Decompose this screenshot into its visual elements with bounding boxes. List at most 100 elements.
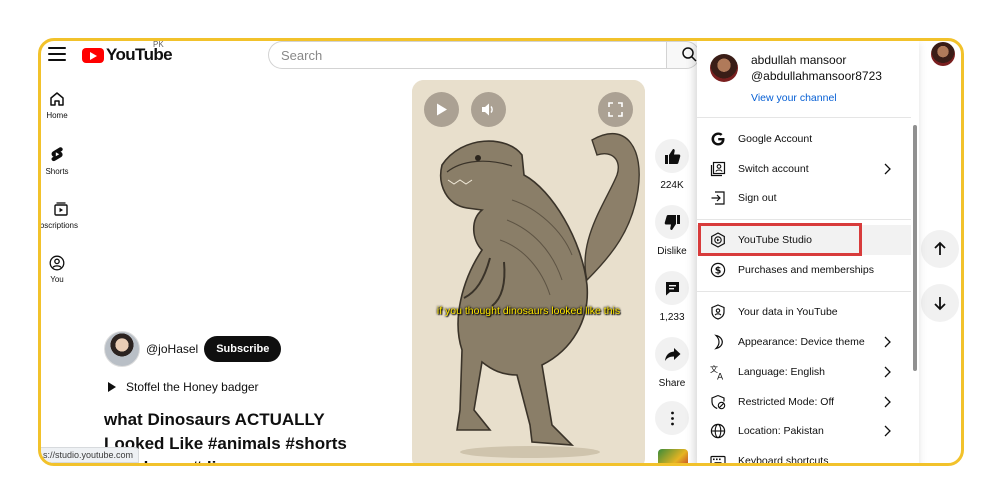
menu-divider [697, 219, 911, 220]
menu-item-purchases[interactable]: $ Purchases and memberships [697, 255, 911, 285]
you-icon [49, 255, 65, 271]
menu-item-location[interactable]: Location: Pakistan [697, 416, 911, 446]
shield-user-icon [709, 303, 727, 321]
translate-icon: 文A [709, 363, 727, 381]
channel-name[interactable]: @joHasel [146, 342, 198, 356]
chevron-right-icon [884, 425, 891, 437]
fullscreen-button[interactable] [598, 92, 633, 127]
comment-icon [665, 281, 679, 295]
status-bar-url: s://studio.youtube.com [41, 447, 140, 463]
home-icon [50, 92, 64, 106]
volume-button[interactable] [471, 92, 506, 127]
channel-avatar[interactable] [104, 331, 140, 367]
play-button[interactable] [424, 92, 459, 127]
thumbs-up-icon [664, 148, 680, 164]
comments-action[interactable]: 1,233 [654, 271, 690, 323]
chevron-right-icon [884, 163, 891, 175]
menu-item-your-data[interactable]: Your data in YouTube [697, 297, 911, 327]
menu-label: Your data in YouTube [738, 306, 838, 318]
video-caption: if you thought dinosaurs looked like thi… [436, 305, 621, 317]
menu-label: Keyboard shortcuts [738, 455, 829, 463]
menu-item-language[interactable]: 文A Language: English [697, 357, 911, 387]
restricted-icon [709, 393, 727, 411]
short-video-player[interactable]: if you thought dinosaurs looked like thi… [412, 80, 645, 463]
menu-label: Switch account [738, 163, 809, 175]
account-avatar [710, 54, 738, 82]
youtube-logo-icon [82, 47, 104, 63]
search-icon [682, 47, 697, 62]
menu-icon[interactable] [48, 47, 66, 61]
arrow-up-icon [934, 241, 946, 255]
subscriptions-icon [54, 202, 68, 216]
volume-icon [482, 103, 493, 116]
account-menu: abdullah mansoor @abdullahmansoor8723 Vi… [697, 41, 919, 463]
comment-count: 1,233 [659, 312, 685, 323]
nav-item-subscriptions[interactable]: Subscriptions [41, 201, 89, 230]
sign-out-icon [709, 189, 727, 207]
google-icon [709, 130, 727, 148]
youtube-studio-highlight [698, 223, 862, 256]
moon-icon [709, 333, 727, 351]
more-action[interactable] [654, 401, 690, 435]
globe-icon [709, 422, 727, 440]
nav-item-home[interactable]: Home [41, 91, 77, 120]
dislike-label: Dislike [657, 246, 687, 257]
share-button[interactable] [655, 337, 689, 371]
menu-label: Purchases and memberships [738, 264, 874, 276]
menu-divider [697, 291, 911, 292]
nav-label-home: Home [46, 111, 68, 120]
share-action[interactable]: Share [654, 337, 690, 389]
menu-item-keyboard-shortcuts[interactable]: Keyboard shortcuts [697, 446, 911, 463]
menu-item-switch-account[interactable]: Switch account [697, 154, 911, 184]
menu-item-google-account[interactable]: Google Account [697, 124, 911, 154]
menu-item-restricted-mode[interactable]: Restricted Mode: Off [697, 387, 911, 417]
search-input[interactable]: Search [268, 41, 666, 69]
nav-label-you: You [50, 275, 64, 284]
menu-label: Appearance: Device theme [738, 336, 865, 348]
arrow-down-icon [934, 297, 946, 311]
fullscreen-icon [608, 102, 623, 117]
comments-button[interactable] [655, 271, 689, 305]
account-name: abdullah mansoor [751, 53, 847, 67]
share-label: Share [658, 378, 686, 389]
menu-divider [697, 117, 911, 118]
dislike-action[interactable]: Dislike [654, 205, 690, 257]
nav-item-you[interactable]: You [41, 255, 77, 284]
thumbs-down-icon [664, 214, 680, 230]
page-viewport: YouTube PK Search Home Shorts Subscripti… [41, 41, 961, 463]
menu-label: Language: English [738, 366, 825, 378]
menu-item-sign-out[interactable]: Sign out [697, 183, 911, 213]
sound-thumbnail[interactable] [658, 449, 688, 463]
chevron-right-icon [884, 366, 891, 378]
search-placeholder: Search [281, 47, 323, 63]
view-channel-link[interactable]: View your channel [751, 92, 837, 104]
play-icon [437, 103, 447, 116]
nav-label-shorts: Shorts [45, 167, 69, 176]
menu-label: Google Account [738, 133, 813, 145]
purchases-icon: $ [709, 261, 727, 279]
menu-scrollbar[interactable] [913, 125, 917, 371]
region-badge: PK [153, 41, 164, 49]
like-button[interactable] [655, 139, 689, 173]
search-button[interactable] [666, 41, 700, 69]
header-avatar[interactable] [931, 42, 955, 66]
menu-label: Location: Pakistan [738, 425, 824, 437]
next-short-button[interactable] [921, 284, 959, 322]
like-action[interactable]: 224K [654, 139, 690, 191]
like-count: 224K [660, 180, 684, 191]
dislike-button[interactable] [655, 205, 689, 239]
more-options-button[interactable] [655, 401, 689, 435]
chevron-right-icon [884, 396, 891, 408]
svg-text:A: A [717, 373, 724, 381]
nav-item-shorts[interactable]: Shorts [41, 146, 77, 176]
music-line[interactable]: Stoffel the Honey badger [108, 380, 259, 394]
share-icon [664, 347, 680, 361]
subscribe-button[interactable]: Subscribe [204, 336, 282, 362]
menu-item-appearance[interactable]: Appearance: Device theme [697, 327, 911, 357]
keyboard-icon [709, 452, 727, 463]
menu-label: Sign out [738, 192, 777, 204]
previous-short-button[interactable] [921, 230, 959, 268]
svg-text:$: $ [715, 265, 722, 276]
menu-label: Restricted Mode: Off [738, 396, 835, 408]
shorts-icon [51, 147, 63, 162]
